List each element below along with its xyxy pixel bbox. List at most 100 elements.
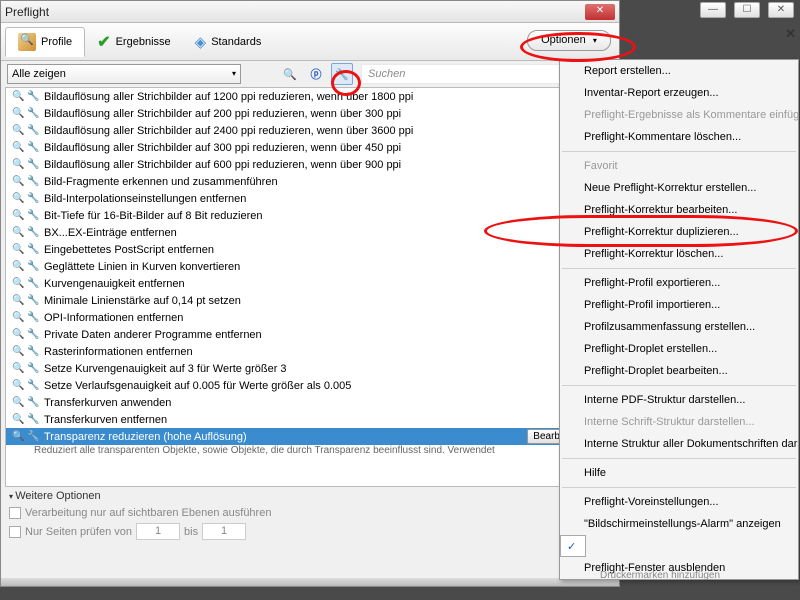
wrench-icon: 🔧 <box>27 91 40 102</box>
close-button[interactable]: ✕ <box>768 2 794 18</box>
menu-import-profile[interactable]: Preflight-Profil importieren... <box>560 294 798 316</box>
list-item-label: Bild-Interpolationseinstellungen entfern… <box>44 193 246 205</box>
visible-layers-checkbox[interactable] <box>9 507 21 519</box>
wrench-icon: 🔧 <box>27 380 40 391</box>
magnifier-icon: 🔍 <box>12 363 24 374</box>
list-item[interactable]: 🔍🔧Bild-Interpolationseinstellungen entfe… <box>6 190 614 207</box>
wrench-icon: 🔧 <box>27 363 40 374</box>
menu-export-profile[interactable]: Preflight-Profil exportieren... <box>560 272 798 294</box>
status-strip <box>1 578 619 586</box>
list-item[interactable]: 🔍🔧Bildauflösung aller Strichbilder auf 2… <box>6 105 614 122</box>
menu-create-droplet[interactable]: Preflight-Droplet erstellen... <box>560 338 798 360</box>
page-to-input[interactable]: 1 <box>202 523 246 540</box>
menu-pdf-structure[interactable]: Interne PDF-Struktur darstellen... <box>560 389 798 411</box>
menu-new-fixup[interactable]: Neue Preflight-Korrektur erstellen... <box>560 177 798 199</box>
magnifier-icon: 🔍 <box>12 414 24 425</box>
wrench-icon: 🔧 <box>27 346 40 357</box>
p-icon: ⓟ <box>311 66 322 82</box>
list-item[interactable]: 🔍🔧 Setze Kurvengenauigkeit auf 3 für Wert… <box>6 360 614 377</box>
list-item[interactable]: 🔍🔧BX...EX-Einträge entfernen <box>6 224 614 241</box>
list-item[interactable]: 🔍🔧Kurvengenauigkeit entfernen <box>6 275 614 292</box>
wrench-icon: 🔧 <box>335 68 349 81</box>
tab-profile[interactable]: Profile <box>5 27 85 57</box>
magnifier-icon: 🔍 <box>12 227 24 238</box>
list-item-label: Transferkurven anwenden <box>44 397 171 409</box>
menu-separator <box>562 151 796 152</box>
wrench-icon: 🔧 <box>27 295 40 306</box>
menu-all-fonts-structure[interactable]: Interne Struktur aller Dokumentschriften… <box>560 433 798 455</box>
magnifier-icon: 🔍 <box>12 159 24 170</box>
menu-report-create[interactable]: Report erstellen... <box>560 60 798 82</box>
list-item[interactable]: 🔍🔧OPI-Informationen entfernen <box>6 309 614 326</box>
filter-dropdown[interactable]: Alle zeigen <box>7 64 241 84</box>
checkmark-icon: ✔ <box>97 32 110 52</box>
page-from-input[interactable]: 1 <box>136 523 180 540</box>
wrench-icon: 🔧 <box>27 227 40 238</box>
menu-edit-droplet[interactable]: Preflight-Droplet bearbeiten... <box>560 360 798 382</box>
list-item[interactable]: 🔍🔧Private Daten anderer Programme entfer… <box>6 326 614 343</box>
close-icon[interactable]: ✕ <box>585 4 615 20</box>
tab-label: Ergebnisse <box>116 36 171 48</box>
magnifier-icon: 🔍 <box>12 193 24 204</box>
list-item[interactable]: 🔍🔧Bildauflösung aller Strichbilder auf 3… <box>6 139 614 156</box>
magnifier-icon: 🔍 <box>12 397 24 408</box>
panel-close-icon[interactable]: ✕ <box>785 26 796 42</box>
tab-standards[interactable]: ◈ Standards <box>183 28 274 56</box>
list-item[interactable]: 🔍🔧Eingebettetes PostScript entfernen <box>6 241 614 258</box>
wrench-icon: 🔧 <box>27 329 40 340</box>
menu-help[interactable]: Hilfe <box>560 462 798 484</box>
list-item[interactable]: 🔍🔧Bildauflösung aller Strichbilder auf 1… <box>6 88 614 105</box>
more-options-toggle[interactable]: Weitere Optionen <box>9 490 101 502</box>
list-item-label: Minimale Linienstärke auf 0,14 pt setzen <box>44 295 241 307</box>
list-item[interactable]: 🔍🔧Minimale Linienstärke auf 0,14 pt setz… <box>6 292 614 309</box>
menu-inventory-report[interactable]: Inventar-Report erzeugen... <box>560 82 798 104</box>
wrench-icon: 🔧 <box>27 159 40 170</box>
list-item[interactable]: 🔍🔧Transferkurven anwenden <box>6 394 614 411</box>
magnifier-icon: 🔍 <box>12 125 24 136</box>
footer-text: Druckermarken hinzufügen <box>600 570 720 581</box>
menu-button-labels[interactable]: Schaltflächen-Beschriftung ein/aus <box>560 535 586 557</box>
wrench-icon: 🔧 <box>27 414 40 425</box>
minimize-button[interactable]: — <box>700 2 726 18</box>
menu-profile-summary[interactable]: Profilzusammenfassung erstellen... <box>560 316 798 338</box>
list-item-label: Bildauflösung aller Strichbilder auf 600… <box>44 159 401 171</box>
menu-separator <box>562 268 796 269</box>
list-item[interactable]: 🔍🔧Bildauflösung aller Strichbilder auf 2… <box>6 122 614 139</box>
menu-favorite: Favorit <box>560 155 798 177</box>
list-item[interactable]: 🔍🔧Rasterinformationen entfernen <box>6 343 614 360</box>
wrench-icon: 🔧 <box>27 278 40 289</box>
profile-tool-button[interactable]: 🔍 <box>279 63 301 85</box>
list-item-label: Private Daten anderer Programme entferne… <box>44 329 262 341</box>
options-menu: Report erstellen... Inventar-Report erze… <box>559 59 799 580</box>
check-tool-button[interactable]: ⓟ <box>305 63 327 85</box>
fixup-tool-button[interactable]: 🔧 <box>331 63 353 85</box>
list-item-description: Reduziert alle transparenten Objekte, so… <box>6 445 614 459</box>
wrench-icon: 🔧 <box>27 108 40 119</box>
page-range-checkbox[interactable] <box>9 526 21 538</box>
page-range-label-to: bis <box>184 526 198 538</box>
menu-edit-fixup[interactable]: Preflight-Korrektur bearbeiten... <box>560 199 798 221</box>
options-button[interactable]: Optionen <box>527 30 611 51</box>
list-item[interactable]: 🔍🔧Transferkurven entfernen <box>6 411 614 428</box>
options-label: Optionen <box>541 34 586 46</box>
menu-screen-alarm[interactable]: "Bildschirmeinstellungs-Alarm" anzeigen <box>560 513 798 535</box>
list-item-label: Setze Kurvengenauigkeit auf 3 für Werte … <box>44 363 287 375</box>
menu-preferences[interactable]: Preflight-Voreinstellungen... <box>560 491 798 513</box>
menu-delete-comments[interactable]: Preflight-Kommentare löschen... <box>560 126 798 148</box>
list-item[interactable]: 🔍🔧Bild-Fragmente erkennen und zusammenfü… <box>6 173 614 190</box>
list-item-label: Transparenz reduzieren (hohe Auflösung) <box>44 431 247 443</box>
tab-ergebnisse[interactable]: ✔ Ergebnisse <box>85 27 182 57</box>
list-item-label: Bildauflösung aller Strichbilder auf 240… <box>44 125 413 137</box>
list-item[interactable]: 🔍🔧Transparenz reduzieren (hohe Auflösung… <box>6 428 614 445</box>
list-item[interactable]: 🔍🔧Geglättete Linien in Kurven konvertier… <box>6 258 614 275</box>
menu-separator <box>562 458 796 459</box>
menu-duplicate-fixup[interactable]: Preflight-Korrektur duplizieren... <box>560 221 798 243</box>
list-item[interactable]: 🔍🔧Setze Verlaufsgenauigkeit auf 0.005 fü… <box>6 377 614 394</box>
list-item[interactable]: 🔍🔧 Bildauflösung aller Strichbilder auf 6… <box>6 156 614 173</box>
magnifier-icon: 🔍 <box>12 278 24 289</box>
list-item[interactable]: 🔍🔧Bit-Tiefe für 16-Bit-Bilder auf 8 Bit … <box>6 207 614 224</box>
maximize-button[interactable]: ☐ <box>734 2 760 18</box>
magnifier-icon: 🔍 <box>12 380 24 391</box>
menu-results-comments: Preflight-Ergebnisse als Kommentare einf… <box>560 104 798 126</box>
menu-delete-fixup[interactable]: Preflight-Korrektur löschen... <box>560 243 798 265</box>
